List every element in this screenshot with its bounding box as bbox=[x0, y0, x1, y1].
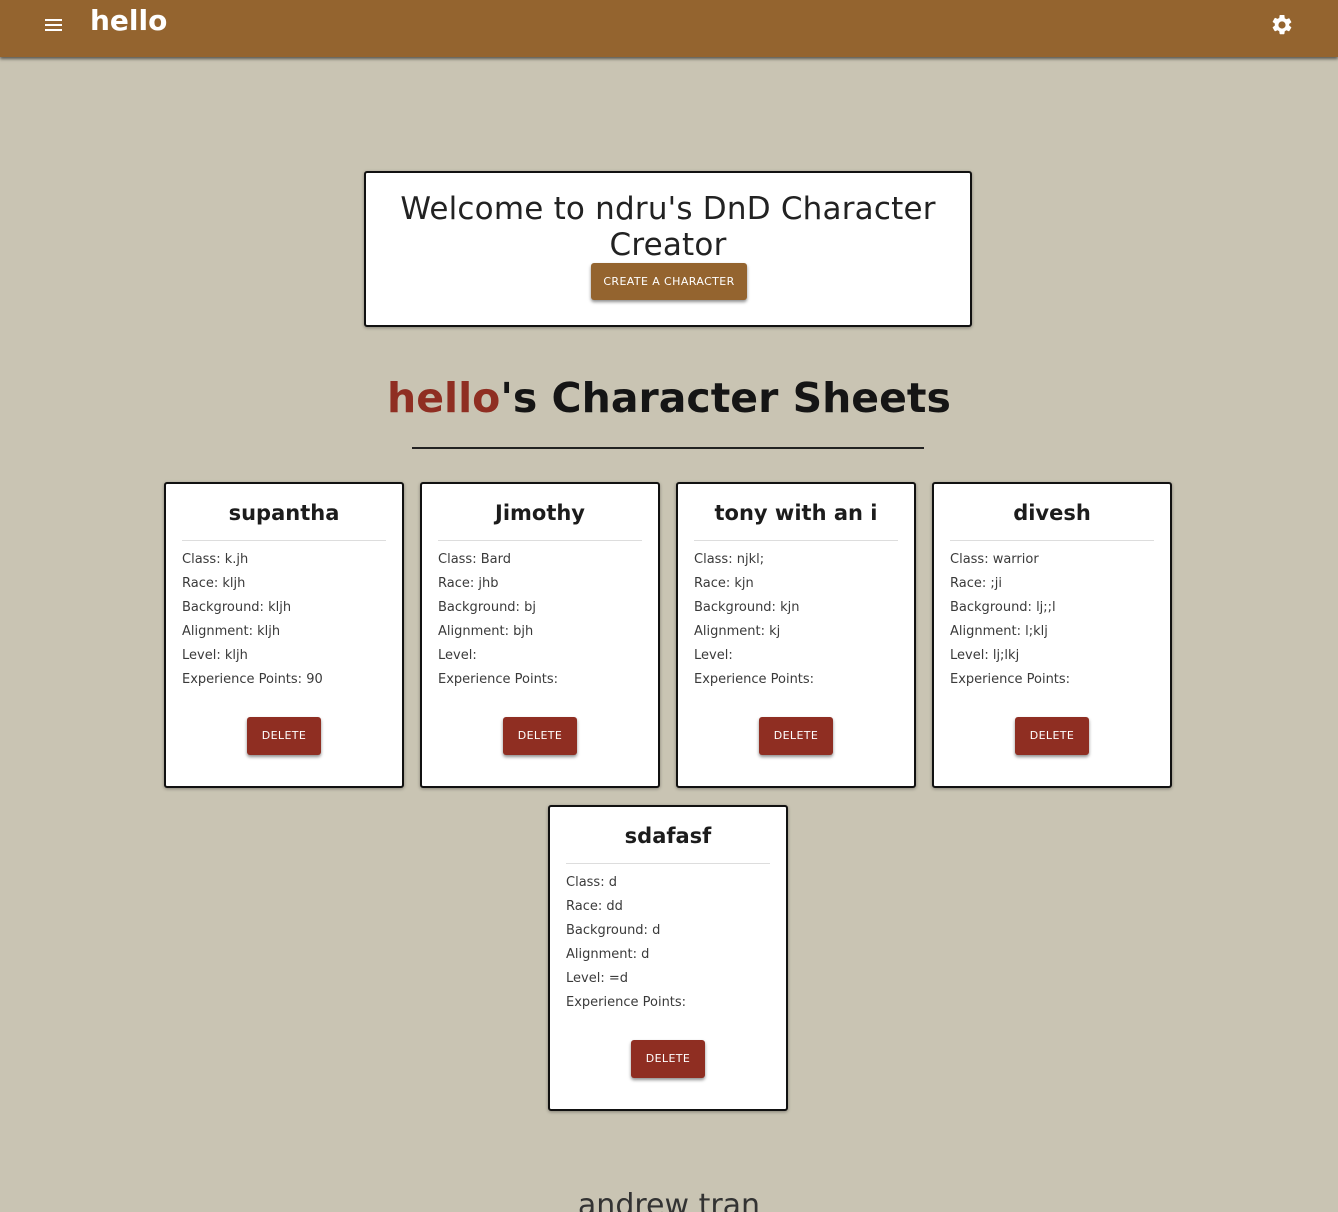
character-background: Background: d bbox=[566, 923, 661, 938]
character-class: Class: njkl; bbox=[694, 552, 765, 567]
app-title: hello bbox=[90, 4, 168, 37]
character-xp: Experience Points: 90 bbox=[182, 672, 323, 687]
character-alignment: Alignment: l;klj bbox=[950, 624, 1048, 639]
character-alignment: Alignment: kljh bbox=[182, 624, 281, 639]
character-name: Jimothy bbox=[438, 501, 642, 541]
gear-icon[interactable] bbox=[1270, 13, 1294, 37]
character-class: Class: d bbox=[566, 875, 617, 890]
character-race: Race: ;ji bbox=[950, 576, 1002, 591]
delete-button[interactable]: DELETE bbox=[1015, 717, 1089, 755]
welcome-card: Welcome to ndru's DnD Character Creator … bbox=[364, 171, 972, 327]
character-name: divesh bbox=[950, 501, 1154, 541]
character-background: Background: kljh bbox=[182, 600, 292, 615]
character-sheets-heading: hello's Character Sheets bbox=[0, 374, 1338, 422]
character-card: supantha Class: k.jh Race: kljh Backgrou… bbox=[164, 482, 404, 788]
top-app-bar: hello bbox=[0, 0, 1338, 57]
footer-author: andrew tran bbox=[577, 1188, 761, 1212]
character-race: Race: kljh bbox=[182, 576, 246, 591]
delete-button[interactable]: DELETE bbox=[759, 717, 833, 755]
heading-suffix: 's Character Sheets bbox=[500, 374, 951, 422]
character-xp: Experience Points: bbox=[566, 995, 687, 1010]
character-level: Level: bbox=[694, 648, 733, 663]
character-class: Class: k.jh bbox=[182, 552, 249, 567]
heading-divider bbox=[412, 447, 924, 449]
character-card: sdafasf Class: d Race: dd Background: d … bbox=[548, 805, 788, 1111]
delete-button[interactable]: DELETE bbox=[247, 717, 321, 755]
character-background: Background: kjn bbox=[694, 600, 800, 615]
character-background: Background: bj bbox=[438, 600, 536, 615]
character-level: Level: kljh bbox=[182, 648, 248, 663]
character-xp: Experience Points: bbox=[438, 672, 559, 687]
character-alignment: Alignment: kj bbox=[694, 624, 781, 639]
character-race: Race: jhb bbox=[438, 576, 499, 591]
character-alignment: Alignment: d bbox=[566, 947, 650, 962]
character-class: Class: Bard bbox=[438, 552, 511, 567]
character-name: tony with an i bbox=[694, 501, 898, 541]
character-level: Level: =d bbox=[566, 971, 628, 986]
character-xp: Experience Points: bbox=[950, 672, 1071, 687]
character-card: divesh Class: warrior Race: ;ji Backgrou… bbox=[932, 482, 1172, 788]
character-name: supantha bbox=[182, 501, 386, 541]
character-level: Level: lj;lkj bbox=[950, 648, 1020, 663]
hamburger-menu-icon[interactable] bbox=[44, 18, 64, 34]
create-character-button[interactable]: CREATE A CHARACTER bbox=[591, 263, 747, 300]
heading-username: hello bbox=[387, 374, 501, 422]
delete-button[interactable]: DELETE bbox=[503, 717, 577, 755]
character-card: Jimothy Class: Bard Race: jhb Background… bbox=[420, 482, 660, 788]
character-race: Race: dd bbox=[566, 899, 623, 914]
delete-button[interactable]: DELETE bbox=[631, 1040, 705, 1078]
character-card: tony with an i Class: njkl; Race: kjn Ba… bbox=[676, 482, 916, 788]
character-race: Race: kjn bbox=[694, 576, 754, 591]
character-name: sdafasf bbox=[566, 824, 770, 864]
character-class: Class: warrior bbox=[950, 552, 1039, 567]
welcome-title: Welcome to ndru's DnD Character Creator bbox=[400, 191, 936, 263]
character-xp: Experience Points: bbox=[694, 672, 815, 687]
character-background: Background: lj;;l bbox=[950, 600, 1056, 615]
character-alignment: Alignment: bjh bbox=[438, 624, 534, 639]
character-level: Level: bbox=[438, 648, 477, 663]
